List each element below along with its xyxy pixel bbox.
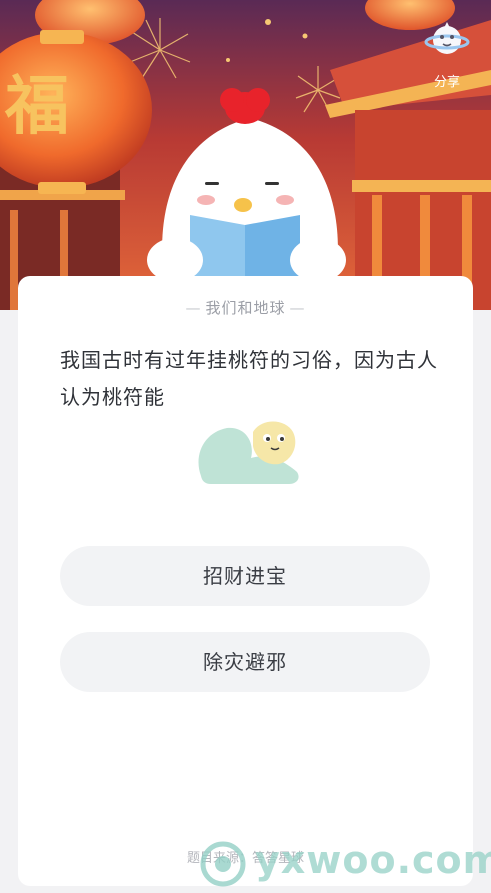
share-label: 分享: [433, 75, 460, 90]
question-text: 我国古时有过年挂桃符的习俗，因为古人认为桃符能: [60, 348, 438, 409]
share-button[interactable]: 分享: [421, 20, 473, 90]
quiz-card: — 我们和地球 — 我国古时有过年挂桃符的习俗，因为古人认为桃符能 招财进宝 除灾避…: [18, 276, 473, 886]
category-dash-left: —: [185, 299, 202, 317]
fu-character: 福: [4, 69, 69, 144]
planet-icon: [424, 22, 470, 54]
answer-option-2-label: 除灾避邪: [203, 650, 287, 674]
answer-option-1-label: 招财进宝: [203, 564, 287, 588]
category-label: 我们和地球: [205, 299, 286, 317]
snail-mascot-icon: [198, 421, 299, 484]
site-watermark: yxwoo.com: [195, 838, 491, 888]
category-title: — 我们和地球 —: [18, 297, 473, 318]
quiz-screen: 福 分享 — 我们和地球 — 我国古时有过年挂桃符的习俗，因为古人认为桃符能 招…: [0, 0, 491, 893]
watermark-logo-icon: [200, 841, 246, 887]
festival-banner: 福 分享: [0, 0, 491, 310]
banner-illustration: 福: [0, 0, 491, 310]
answer-option-2[interactable]: 除灾避邪: [60, 632, 430, 692]
watermark-text: yxwoo.com: [255, 838, 491, 882]
answer-option-1[interactable]: 招财进宝: [60, 546, 430, 606]
category-dash-right: —: [289, 299, 306, 317]
